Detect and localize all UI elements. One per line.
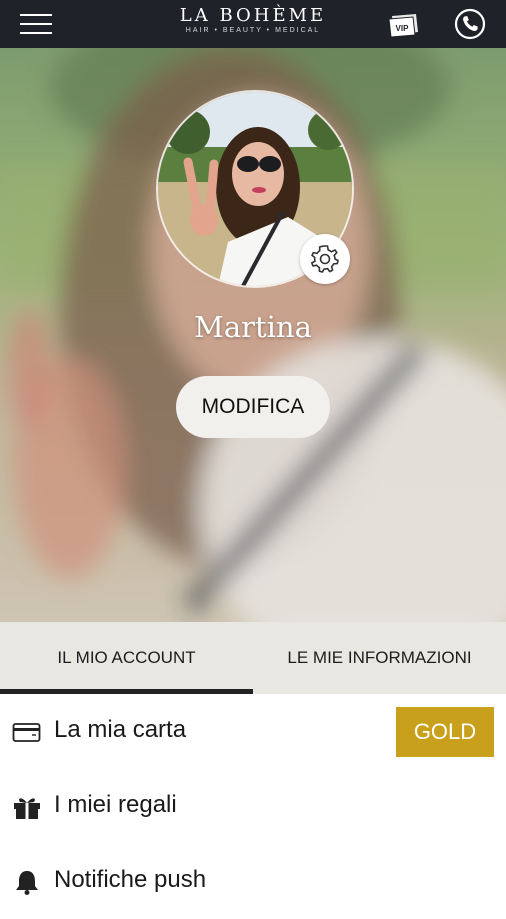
menu-item-label: La mia carta [54, 716, 187, 743]
menu-icon-line-top [20, 14, 52, 16]
vip-button[interactable]: VIP [386, 12, 420, 38]
top-bar: LA BOHÈME HAIR • BEAUTY • MEDICAL VIP [0, 0, 506, 48]
phone-button[interactable] [454, 8, 486, 40]
profile-hero: Martina MODIFICA [0, 48, 506, 622]
vip-text: VIP [396, 24, 410, 33]
menu-item-label: I miei regali [54, 791, 177, 818]
menu-item-my-card[interactable]: La mia carta GOLD [0, 694, 506, 769]
profile-name: Martina [194, 310, 312, 344]
brand-logo: LA BOHÈME HAIR • BEAUTY • MEDICAL [168, 6, 338, 36]
settings-button[interactable] [300, 234, 350, 284]
gift-icon [14, 798, 40, 819]
menu-icon-line-bottom [20, 32, 52, 34]
gear-icon [311, 245, 339, 273]
phone-icon [454, 8, 486, 40]
menu-item-push-notifications[interactable]: Notifiche push [0, 844, 506, 919]
menu-icon-line-middle [20, 23, 52, 25]
brand-subtitle: HAIR • BEAUTY • MEDICAL [185, 27, 321, 34]
account-menu-list: La mia carta GOLD I miei regali Notifich… [0, 694, 506, 919]
menu-item-label: Notifiche push [54, 866, 207, 893]
membership-level-badge: GOLD [396, 707, 494, 757]
card-icon [12, 723, 41, 742]
edit-profile-button[interactable]: MODIFICA [176, 376, 330, 438]
tab-my-information[interactable]: LE MIE INFORMAZIONI [253, 622, 506, 694]
tab-my-account[interactable]: IL MIO ACCOUNT [0, 622, 253, 694]
menu-button[interactable] [20, 12, 54, 36]
vip-ticket-icon: VIP [388, 14, 418, 38]
account-tabs: IL MIO ACCOUNT LE MIE INFORMAZIONI [0, 622, 506, 694]
menu-item-my-gifts[interactable]: I miei regali [0, 769, 506, 844]
bell-icon [16, 871, 38, 895]
brand-title: LA BOHÈME [179, 5, 327, 26]
